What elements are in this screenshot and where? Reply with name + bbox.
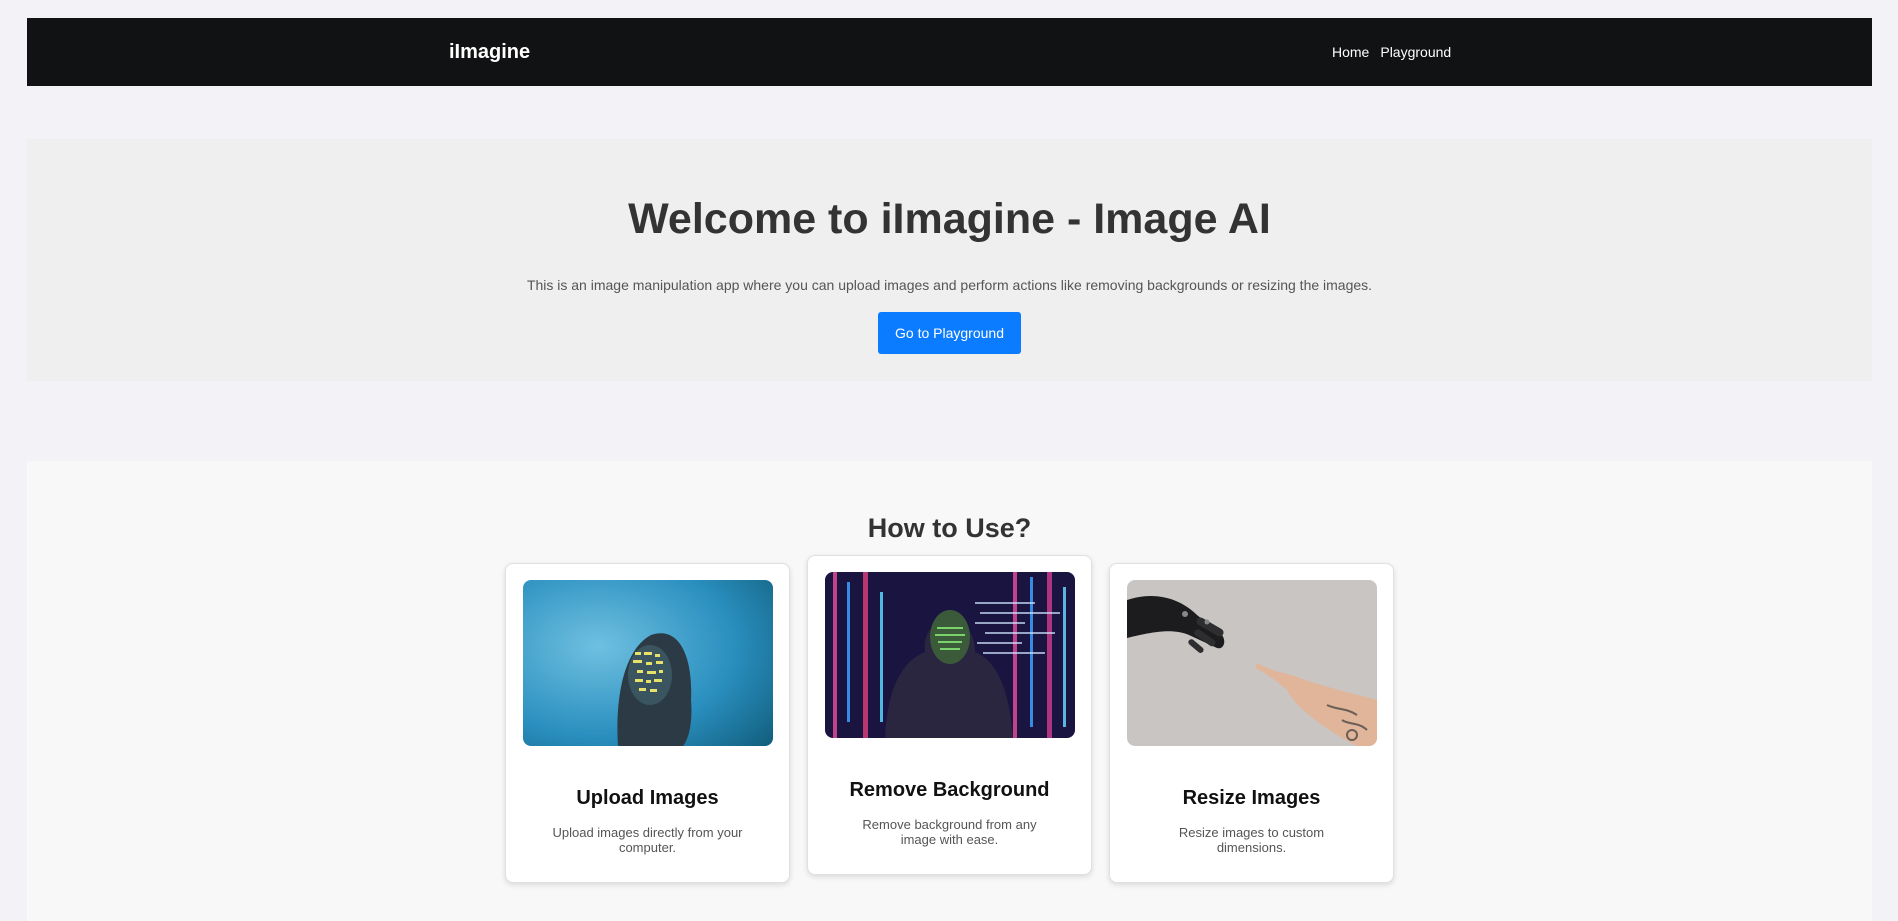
go-to-playground-button[interactable]: Go to Playground	[878, 312, 1021, 354]
hero-title: Welcome to iImagine - Image AI	[628, 195, 1271, 243]
how-to-use-title: How to Use?	[867, 513, 1032, 543]
nav-links: Home Playground	[1332, 18, 1451, 86]
brand-logo[interactable]: iImagine	[449, 18, 530, 86]
hero-description: This is an image manipulation app where …	[526, 277, 1373, 293]
feature-card-remove-background: Remove Background Remove background from…	[807, 555, 1092, 875]
feature-card-upload: Upload Images Upload images directly fro…	[505, 563, 790, 883]
card-title: Upload Images	[576, 787, 719, 809]
feature-card-resize: Resize Images Resize images to custom di…	[1109, 563, 1394, 883]
hero-section: Welcome to iImagine - Image AI This is a…	[27, 139, 1872, 381]
card-title: Remove Background	[849, 779, 1050, 801]
card-description: Remove background from any image with ea…	[862, 817, 1037, 847]
nav-link-playground[interactable]: Playground	[1380, 44, 1451, 60]
card-description: Resize images to custom dimensions.	[1178, 825, 1325, 855]
remove-background-photo	[825, 572, 1075, 738]
navbar: iImagine Home Playground	[27, 18, 1872, 86]
card-description: Upload images directly from your compute…	[552, 825, 743, 855]
how-to-use-section: How to Use? Upload Images Upload images …	[27, 461, 1872, 921]
card-title: Resize Images	[1182, 787, 1321, 809]
nav-link-home[interactable]: Home	[1332, 44, 1369, 60]
upload-image-photo	[523, 580, 773, 746]
resize-image-photo	[1127, 580, 1377, 746]
